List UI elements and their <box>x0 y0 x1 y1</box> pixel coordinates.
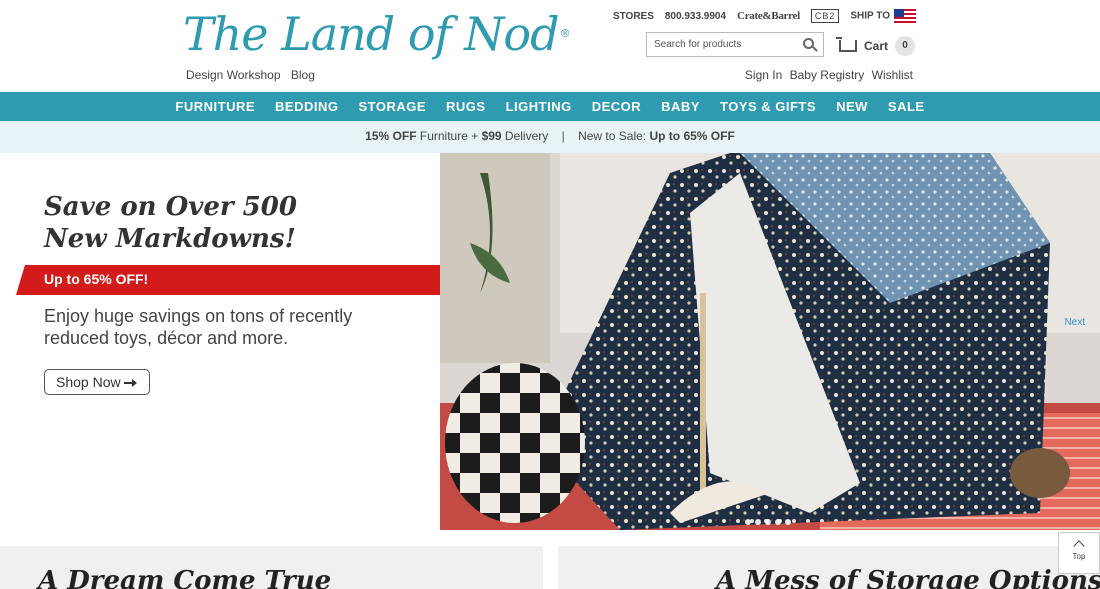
search-input[interactable]: Search for products <box>646 32 824 57</box>
carousel-dot[interactable] <box>775 519 781 525</box>
hero-image-play-tent[interactable]: Next <box>440 153 1100 530</box>
nav-sale[interactable]: SALE <box>878 92 935 121</box>
promo-sale-offer[interactable]: New to Sale: Up to 65% OFF <box>578 129 735 143</box>
search-placeholder: Search for products <box>654 39 742 50</box>
hero-carousel: Save on Over 500 New Markdowns! Up to 65… <box>0 153 1100 532</box>
promo-furniture-offer[interactable]: 15% OFF Furniture + $99 Delivery <box>365 129 548 143</box>
tile-dream[interactable]: A Dream Come True <box>0 546 543 589</box>
carousel-dot[interactable] <box>765 519 771 525</box>
shop-now-label: Shop Now <box>56 374 121 390</box>
carousel-dot[interactable] <box>745 519 751 525</box>
carousel-dot[interactable] <box>785 519 791 525</box>
cart-count-badge: 0 <box>895 36 916 56</box>
carousel-dots <box>745 519 791 525</box>
cart-label: Cart <box>864 39 889 53</box>
nav-bedding[interactable]: BEDDING <box>265 92 348 121</box>
back-to-top-button[interactable]: Top <box>1058 532 1100 574</box>
arrow-right-icon <box>123 379 137 388</box>
stores-link[interactable]: STORES <box>613 11 654 22</box>
tile-storage-title: A Mess of Storage Options <box>716 566 1100 589</box>
carousel-dot[interactable] <box>755 519 761 525</box>
promo-separator: | <box>561 129 565 143</box>
hero-headline: Save on Over 500 New Markdowns! <box>44 192 297 254</box>
nav-baby[interactable]: BABY <box>651 92 710 121</box>
header-sublinks: Design Workshop Blog <box>186 68 322 82</box>
tile-storage[interactable]: A Mess of Storage Options <box>558 546 1100 589</box>
phone-number: 800.933.9904 <box>664 10 727 22</box>
discount-ribbon: Up to 65% OFF! <box>16 265 465 295</box>
cart-icon <box>836 37 857 52</box>
feature-tiles: A Dream Come True A Mess of Storage Opti… <box>0 546 1100 589</box>
ship-to-selector[interactable]: SHIP TO <box>850 9 916 23</box>
shop-now-button[interactable]: Shop Now <box>44 369 150 395</box>
nav-furniture[interactable]: FURNITURE <box>165 92 265 121</box>
main-nav: FURNITURE BEDDING STORAGE RUGS LIGHTING … <box>0 92 1100 121</box>
chevron-up-icon <box>1073 540 1085 552</box>
nav-rugs[interactable]: RUGS <box>436 92 496 121</box>
hero-description: Enjoy huge savings on tons of recently r… <box>44 306 353 348</box>
carousel-next-button[interactable]: Next <box>1064 317 1085 328</box>
promo-bar: 15% OFF Furniture + $99 Delivery | New t… <box>0 121 1100 153</box>
sign-in-link[interactable]: Sign In <box>745 68 782 82</box>
cb2-link[interactable]: CB2 <box>810 9 840 23</box>
nav-new[interactable]: NEW <box>826 92 878 121</box>
nav-toys-gifts[interactable]: TOYS & GIFTS <box>710 92 826 121</box>
hero-copy: Save on Over 500 New Markdowns! Up to 65… <box>0 153 465 532</box>
back-to-top-label: Top <box>1072 552 1086 561</box>
account-links: Sign In Baby Registry Wishlist <box>741 68 913 82</box>
wishlist-link[interactable]: Wishlist <box>872 68 913 82</box>
blog-link[interactable]: Blog <box>291 68 315 82</box>
tile-dream-title: A Dream Come True <box>38 566 332 589</box>
cart-button[interactable]: Cart 0 <box>836 36 916 56</box>
nav-storage[interactable]: STORAGE <box>348 92 436 121</box>
crate-barrel-link[interactable]: Crate&Barrel <box>737 10 800 22</box>
baby-registry-link[interactable]: Baby Registry <box>790 68 865 82</box>
nav-lighting[interactable]: LIGHTING <box>496 92 582 121</box>
us-flag-icon <box>894 9 916 23</box>
design-workshop-link[interactable]: Design Workshop <box>186 68 281 82</box>
utility-bar: STORES 800.933.9904 Crate&Barrel CB2 SHI… <box>613 9 916 23</box>
brand-logo[interactable]: The Land of Nod® <box>183 6 571 62</box>
search-icon[interactable] <box>803 38 814 49</box>
ribbon-text: Up to 65% OFF! <box>44 271 149 287</box>
ship-to-label: SHIP TO <box>850 10 890 22</box>
play-tent-illustration <box>440 153 1100 530</box>
nav-decor[interactable]: DECOR <box>582 92 651 121</box>
site-header: The Land of Nod® Design Workshop Blog ST… <box>0 0 1100 92</box>
